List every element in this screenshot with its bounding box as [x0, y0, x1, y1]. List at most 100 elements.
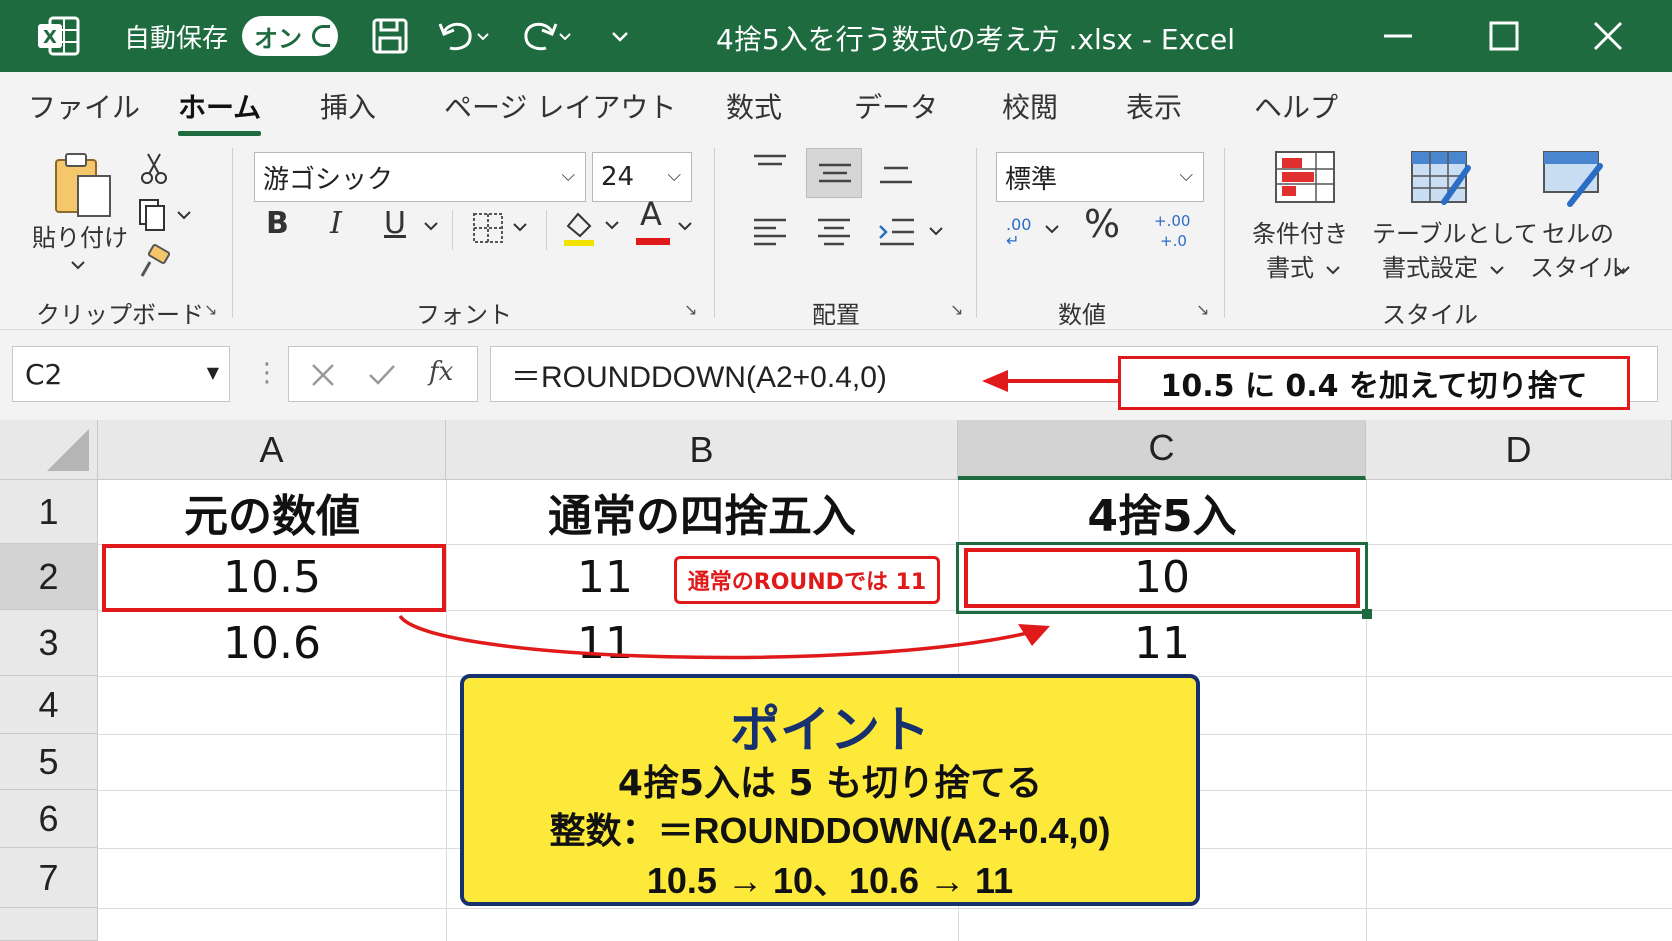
font-color-swatch [636, 238, 670, 245]
cut-button[interactable] [136, 150, 172, 186]
column-header-c[interactable]: C [958, 420, 1366, 480]
dialog-launcher-icon[interactable]: ↘ [950, 300, 968, 319]
number-format-value: 標準 [1005, 164, 1058, 195]
align-left-icon[interactable] [752, 216, 788, 248]
percent-button[interactable]: % [1084, 205, 1120, 243]
tab-formulas[interactable]: 数式 [726, 86, 782, 126]
row-header-3[interactable]: 3 [0, 610, 98, 676]
svg-text:+.00: +.00 [1154, 212, 1190, 230]
divider [546, 210, 547, 250]
more-options-icon[interactable]: ⋮ [254, 358, 280, 388]
cell-styles-button[interactable] [1540, 148, 1606, 208]
number-group-label: 数値 [1058, 301, 1106, 329]
bold-button[interactable]: B [266, 208, 289, 240]
paste-button[interactable] [52, 148, 116, 224]
point-callout: ポイント 4捨5入は 5 も切り捨てる 整数：＝ROUNDDOWN(A2+0.4… [460, 674, 1200, 906]
chevron-down-icon[interactable] [68, 258, 88, 274]
title-bar: X 自動保存 オン 4捨5入を行う数式の考え方 .xlsx - Excel [0, 0, 1672, 72]
conditional-format-button[interactable] [1272, 148, 1338, 208]
format-painter-icon [140, 244, 171, 277]
round-note-text: 通常のROUNDでは 11 [687, 570, 927, 595]
chevron-down-icon[interactable] [422, 220, 440, 234]
column-header-b[interactable]: B [446, 420, 958, 480]
copy-button[interactable] [136, 198, 198, 234]
increase-decimal-button[interactable]: +.00 +.0 [1150, 210, 1194, 252]
save-icon [372, 18, 408, 54]
enter-icon[interactable] [367, 361, 397, 389]
format-as-table-button[interactable] [1408, 148, 1474, 208]
formula-text: ＝ROUNDDOWN(A2+0.4,0) [511, 361, 887, 394]
chevron-down-icon: ▼ [206, 363, 219, 382]
row-header-8[interactable] [0, 908, 98, 941]
chevron-down-icon[interactable] [676, 220, 694, 234]
redo-button[interactable] [518, 16, 574, 56]
quick-access-menu[interactable] [608, 16, 632, 56]
tab-help[interactable]: ヘルプ [1254, 86, 1338, 126]
row-header-1[interactable]: 1 [0, 480, 98, 544]
dialog-launcher-icon[interactable]: ↘ [204, 300, 222, 319]
align-center-icon[interactable] [816, 216, 852, 248]
cell-styles-label-2: スタイル [1530, 254, 1626, 282]
highlight-c2 [964, 548, 1360, 608]
chevron-down-icon[interactable] [1488, 264, 1506, 278]
formula-annotation: 10.5 に 0.4 を加えて切り捨て [1118, 356, 1630, 410]
indent-button[interactable] [878, 216, 948, 248]
align-middle-button[interactable] [806, 148, 862, 198]
insert-function-icon[interactable]: fx [429, 357, 453, 387]
cancel-icon[interactable] [309, 361, 337, 389]
row-header-2[interactable]: 2 [0, 544, 98, 610]
tab-view[interactable]: 表示 [1126, 86, 1182, 126]
row-header-4[interactable]: 4 [0, 676, 98, 734]
tab-data[interactable]: データ [854, 86, 938, 126]
column-header-d[interactable]: D [1366, 420, 1672, 480]
fill-color-button[interactable] [560, 206, 626, 250]
dialog-launcher-icon[interactable]: ↘ [684, 300, 702, 319]
accounting-format-button[interactable]: .00 ↵ [1002, 210, 1064, 250]
tab-page-layout[interactable]: ページ レイアウト [444, 86, 676, 126]
minimize-icon[interactable] [1376, 14, 1420, 58]
tab-review[interactable]: 校閲 [1002, 86, 1058, 126]
borders-button[interactable] [470, 210, 534, 246]
chevron-down-icon[interactable] [1324, 264, 1342, 278]
underline-button[interactable]: U [384, 208, 406, 240]
row-header-6[interactable]: 6 [0, 790, 98, 848]
redo-icon [524, 22, 571, 51]
font-color-button[interactable]: A [640, 198, 662, 230]
undo-icon [438, 22, 489, 51]
font-name-value: 游ゴシック [263, 164, 394, 195]
borders-icon [473, 213, 527, 243]
indent-icon [879, 218, 943, 246]
font-size-value: 24 [601, 162, 635, 192]
select-all-button[interactable] [0, 420, 98, 480]
row-header-7[interactable]: 7 [0, 848, 98, 908]
decimal-icon: +.00 +.0 [1154, 212, 1190, 250]
fill-handle[interactable] [1362, 609, 1372, 619]
align-top-icon[interactable] [752, 152, 788, 182]
cell-styles-icon [1543, 151, 1603, 207]
dialog-launcher-icon[interactable]: ↘ [1196, 300, 1214, 319]
tab-home[interactable]: ホーム [178, 86, 262, 136]
italic-button[interactable]: I [330, 208, 342, 240]
save-button[interactable] [370, 16, 410, 56]
align-middle-icon [819, 163, 851, 183]
cell-a1[interactable]: 元の数値 [98, 480, 446, 544]
align-bottom-icon[interactable] [878, 158, 914, 188]
cell-b1[interactable]: 通常の四捨五入 [446, 480, 958, 544]
ribbon: 貼り付け クリップボード ↘ 游ゴシック ⌵ 24 ⌵ B I U A フォント… [0, 140, 1672, 330]
maximize-icon[interactable] [1482, 14, 1526, 58]
font-name-dropdown[interactable]: 游ゴシック ⌵ [254, 152, 586, 202]
number-format-dropdown[interactable]: 標準 ⌵ [996, 152, 1204, 202]
column-header-a[interactable]: A [98, 420, 446, 480]
window-title: 4捨5入を行う数式の考え方 .xlsx - Excel [716, 23, 1236, 56]
divider [976, 148, 977, 318]
tab-file[interactable]: ファイル [28, 86, 140, 126]
undo-button[interactable] [436, 16, 492, 56]
cell-c1[interactable]: 4捨5入 [958, 480, 1366, 544]
chevron-down-icon[interactable] [1614, 264, 1632, 278]
row-header-5[interactable]: 5 [0, 734, 98, 790]
autosave-toggle[interactable]: オン [242, 16, 338, 56]
format-painter-button[interactable] [136, 244, 172, 280]
close-icon[interactable] [1586, 14, 1630, 58]
name-box[interactable]: C2 ▼ [12, 346, 230, 402]
tab-insert[interactable]: 挿入 [320, 86, 376, 126]
